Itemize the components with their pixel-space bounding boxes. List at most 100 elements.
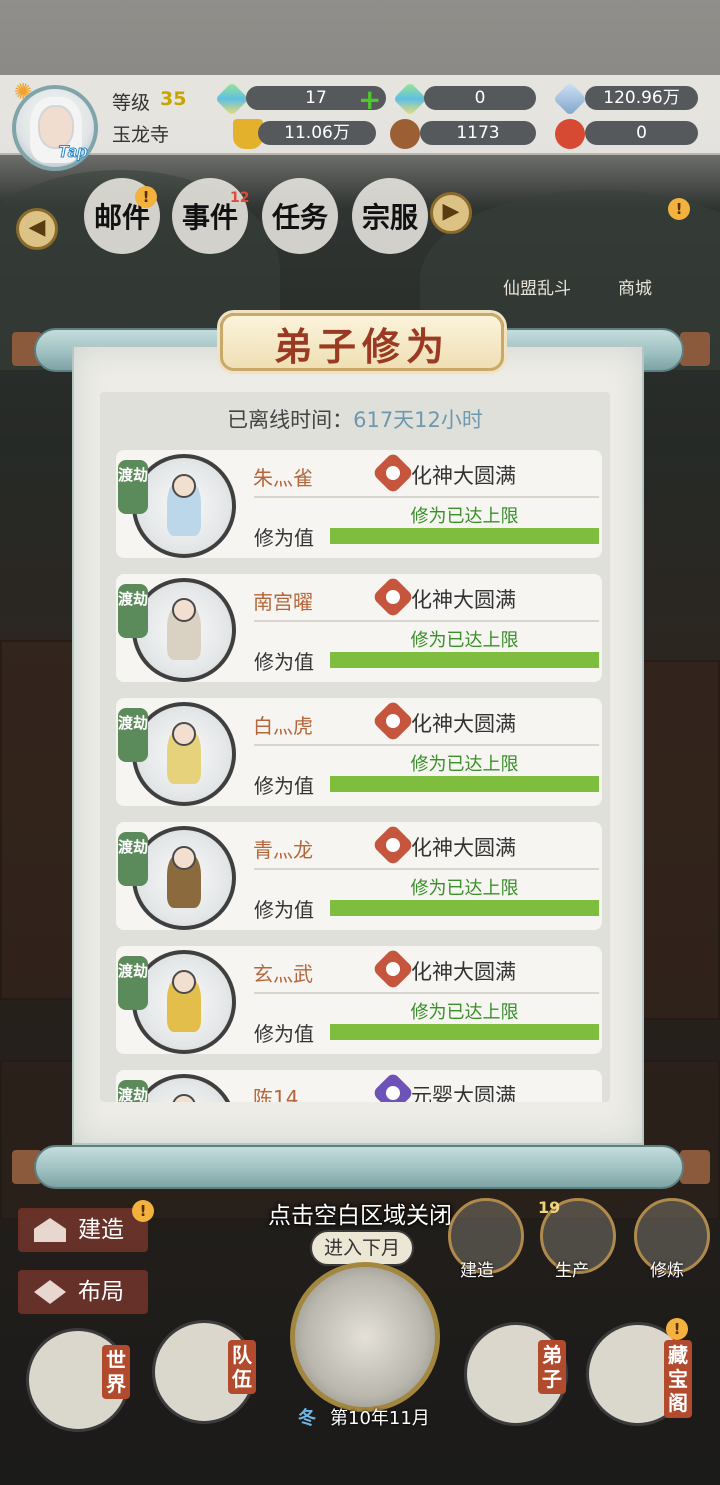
realm-tag: 渡劫: [118, 956, 148, 1010]
disciple-card[interactable]: 渡劫 青灬龙 化神大圆满修为已达上限修为值: [116, 822, 602, 930]
sect-server-tab-label: 宗服: [361, 201, 418, 234]
produce-label: 生产: [555, 1261, 589, 1281]
cultivation-progress-bar: [330, 1024, 599, 1040]
realm-rank: 化神大圆满: [411, 464, 516, 488]
disciple-card[interactable]: 渡劫 白灬虎 化神大圆满 修为已达上限 修为值: [116, 698, 602, 806]
cultivation-cap-text: 修为已达上限: [410, 630, 519, 651]
cultivation-label: 修为值: [254, 898, 314, 922]
season-tree-dial[interactable]: [290, 1262, 440, 1412]
resource-wood-value: 1173: [456, 123, 500, 143]
scroll-rod-bottom: [34, 1145, 684, 1189]
realm-rank: 化神大圆满: [411, 712, 516, 736]
disciple-head: [172, 598, 196, 622]
resource-jade-value: 17: [305, 88, 327, 108]
offline-time-label: 已离线时间：: [227, 408, 354, 432]
disciple-head: [172, 970, 196, 994]
disciple-head: [172, 722, 196, 746]
cultivation-progress-bar: [330, 900, 599, 916]
disciple-name: 朱灬雀: [253, 466, 313, 490]
cultivation-progress-bar: [330, 652, 599, 668]
modal-title: 弟子修为: [220, 313, 504, 371]
disciple-card[interactable]: 渡劫陈14元婴大圆满修为值: [116, 1070, 602, 1102]
cultivation-label: 修为值: [254, 1022, 314, 1046]
cultivation-label: 修为值: [254, 526, 314, 550]
resource-gold[interactable]: 11.06万: [258, 121, 376, 145]
build-shortcut-label: 建造: [460, 1261, 494, 1281]
alliance-battle-label[interactable]: 仙盟乱斗: [503, 274, 571, 299]
team-nav-label: 队伍: [228, 1340, 256, 1394]
shop-label[interactable]: 商城: [618, 274, 652, 299]
realm-tag: 渡劫: [118, 1080, 148, 1102]
resource-gold-value: 11.06万: [284, 123, 350, 143]
scroll-rod-cap-right-top: [680, 332, 710, 366]
card-divider: [254, 992, 599, 994]
resource-meat[interactable]: 0: [585, 121, 698, 145]
cultivation-progress-fill: [330, 652, 599, 668]
disciple-nav-label: 弟子: [538, 1340, 566, 1394]
realm-rank-icon: [371, 699, 415, 743]
realm-tag: 渡劫: [118, 460, 148, 514]
resource-wood[interactable]: 1173: [420, 121, 536, 145]
task-tab-label: 任务: [271, 201, 328, 234]
cultivate-label: 修炼: [650, 1261, 684, 1281]
scroll-rod-cap-right-bottom: [680, 1150, 710, 1184]
cultivation-progress-fill: [330, 528, 599, 544]
disciple-name: 青灬龙: [253, 838, 313, 862]
realm-rank: 化神大圆满: [411, 836, 516, 860]
cultivation-label: 修为值: [254, 650, 314, 674]
build-alert-badge: !: [132, 1200, 154, 1222]
realm-tag: 渡劫: [118, 832, 148, 886]
cultivation-progress-bar: [330, 528, 599, 544]
mail-alert-badge: !: [135, 186, 157, 208]
offline-time: 已离线时间：617天12小时: [100, 404, 610, 434]
cultivation-cap-text: 修为已达上限: [410, 506, 519, 527]
cultivation-cap-text: 修为已达上限: [410, 1002, 519, 1023]
scroll-left-button[interactable]: ◀: [16, 208, 58, 250]
next-month-button[interactable]: 进入下月: [310, 1230, 414, 1266]
cultivation-progress-fill: [330, 776, 599, 792]
produce-count-badge: 19: [538, 1198, 561, 1217]
realm-tag: 渡劫: [118, 708, 148, 762]
resource-jade-locked[interactable]: 0: [424, 86, 536, 110]
house-icon: [34, 1218, 66, 1242]
build-button[interactable]: 建造: [18, 1208, 148, 1252]
card-divider: [254, 868, 599, 870]
resource-spirit-stone-value: 120.96万: [603, 88, 680, 108]
card-divider: [254, 744, 599, 746]
cultivation-progress-bar: [330, 776, 599, 792]
disciple-list-panel: 已离线时间：617天12小时 渡劫 朱灬雀 化神大圆满 修为已达上限 修为值 渡劫 南宫曜化…: [100, 392, 610, 1102]
disciple-name: 玄灬武: [253, 962, 313, 986]
cultivation-progress-fill: [330, 1024, 599, 1040]
level-value: 35: [160, 88, 187, 110]
realm-tag: 渡劫: [118, 584, 148, 638]
resource-jade-locked-value: 0: [474, 88, 486, 108]
cultivation-cap-text: 修为已达上限: [410, 878, 519, 899]
disciple-card[interactable]: 渡劫 玄灬武 化神大圆满 修为已达上限 修为值: [116, 946, 602, 1054]
sect-name: 玉龙寺: [112, 124, 170, 146]
disciple-card[interactable]: 渡劫 南宫曜 化神大圆满修为已达上限修为值: [116, 574, 602, 682]
disciple-card[interactable]: 渡劫 朱灬雀 化神大圆满修为已达上限修为值: [116, 450, 602, 558]
treasure-alert-badge: !: [666, 1318, 688, 1340]
level-label: 等级: [112, 92, 151, 114]
resource-spirit-stone[interactable]: 120.96万: [585, 86, 698, 110]
cultivation-cap-text: 修为已达上限: [410, 754, 519, 775]
layout-icon: [34, 1280, 66, 1304]
layout-button[interactable]: 布局: [18, 1270, 148, 1314]
sect-server-tab[interactable]: 宗服: [352, 178, 428, 254]
realm-rank: 化神大圆满: [411, 588, 516, 612]
layout-button-label: 布局: [78, 1279, 124, 1305]
resource-meat-value: 0: [636, 123, 647, 143]
plus-icon[interactable]: +: [358, 83, 381, 116]
scroll-right-button[interactable]: ▶: [430, 192, 472, 234]
build-button-label: 建造: [78, 1217, 124, 1243]
cultivation-label: 修为值: [254, 774, 314, 798]
treasure-pavilion-nav-label: 藏宝阁: [664, 1340, 692, 1418]
avatar-tap-label: Tap: [58, 142, 89, 162]
shop-alert-badge: !: [668, 198, 690, 220]
task-tab[interactable]: 任务: [262, 178, 338, 254]
disciple-head: [172, 474, 196, 498]
disciple-head: [172, 846, 196, 870]
game-date: 第10年11月: [330, 1408, 430, 1429]
meat-icon: [555, 119, 585, 149]
disciple-name: 南宫曜: [253, 590, 313, 614]
